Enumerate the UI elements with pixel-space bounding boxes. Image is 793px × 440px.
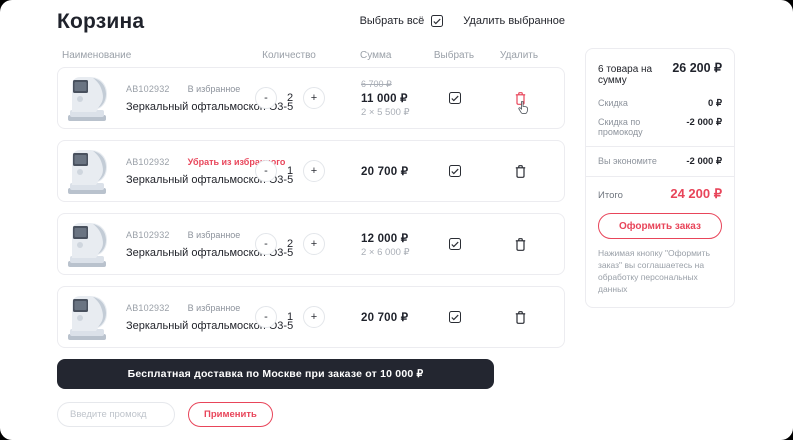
quantity-value: 1: [286, 165, 294, 177]
col-header-sum: Сумма: [336, 50, 432, 61]
cart-item-row: АВ102932 В избранное Зеркальный офтальмо…: [57, 67, 565, 129]
product-article: АВ102932: [126, 157, 170, 167]
price-breakdown: 2 × 5 500 ₽: [361, 107, 433, 118]
top-actions: Выбрать всё Удалить выбранное: [360, 15, 565, 27]
row-checkbox[interactable]: [449, 92, 461, 104]
cart-item-row: АВ102932 Убрать из избранного Зеркальный…: [57, 140, 565, 202]
product-name[interactable]: Зеркальный офтальмоскоп О3-5: [126, 320, 243, 332]
discount-label: Скидка: [598, 98, 628, 108]
checkbox-checked-icon: [451, 314, 459, 321]
order-summary-card: 6 товара на сумму 26 200 ₽ Скидка 0 ₽ Ск…: [585, 48, 735, 308]
product-name[interactable]: Зеркальный офтальмоскоп О3-5: [126, 247, 243, 259]
quantity-value: 2: [286, 92, 294, 104]
trash-icon[interactable]: [515, 311, 526, 324]
product-image: [63, 291, 115, 343]
checkbox-checked-icon: [451, 95, 459, 102]
increase-button[interactable]: +: [303, 160, 325, 182]
cart-item-row: АВ102932 В избранное Зеркальный офтальмо…: [57, 286, 565, 348]
price: 11 000 ₽: [361, 91, 433, 105]
items-total-value: 26 200 ₽: [672, 60, 722, 75]
table-header: Наименование Количество Сумма Выбрать Уд…: [57, 48, 565, 62]
increase-button[interactable]: +: [303, 233, 325, 255]
product-name[interactable]: Зеркальный офтальмоскоп О3-5: [126, 101, 243, 113]
items-count-label: 6 товара на сумму: [598, 64, 672, 86]
col-header-delete: Удалить: [476, 50, 562, 61]
favorite-link[interactable]: В избранное: [188, 303, 241, 313]
savings-value: -2 000 ₽: [686, 156, 722, 167]
trash-icon[interactable]: [515, 165, 526, 178]
total-value: 24 200 ₽: [670, 186, 722, 202]
product-article: АВ102932: [126, 303, 170, 313]
product-image: [63, 72, 115, 124]
free-delivery-banner: Бесплатная доставка по Москве при заказе…: [57, 359, 494, 389]
total-label: Итого: [598, 190, 623, 201]
price: 20 700 ₽: [361, 164, 433, 178]
decrease-button[interactable]: -: [255, 87, 277, 109]
product-image: [63, 145, 115, 197]
old-price: 6 700 ₽: [361, 79, 433, 90]
trash-icon[interactable]: [515, 92, 526, 105]
quantity-value: 2: [286, 238, 294, 250]
product-image: [63, 218, 115, 270]
trash-icon[interactable]: [515, 238, 526, 251]
quantity-stepper: - 2 +: [243, 87, 337, 109]
select-all-control[interactable]: Выбрать всё: [360, 15, 444, 27]
quantity-stepper: - 2 +: [243, 233, 337, 255]
checkbox-checked-icon: [433, 18, 441, 25]
promo-code-input[interactable]: [57, 402, 175, 427]
col-header-quantity: Количество: [242, 50, 336, 61]
cart-items-column: Наименование Количество Сумма Выбрать Уд…: [57, 48, 565, 427]
cart-page: Корзина Выбрать всё Удалить выбранное На…: [0, 0, 793, 440]
increase-button[interactable]: +: [303, 87, 325, 109]
checkout-disclaimer: Нажимая кнопку "Оформить заказ" вы согла…: [598, 248, 722, 296]
decrease-button[interactable]: -: [255, 160, 277, 182]
price: 12 000 ₽: [361, 231, 433, 245]
summary-divider: [586, 176, 734, 177]
banner-text: Бесплатная доставка по Москве при заказе…: [128, 368, 424, 380]
promo-discount-label: Скидка по промокоду: [598, 117, 686, 137]
favorite-link[interactable]: В избранное: [188, 230, 241, 240]
apply-promo-button[interactable]: Применить: [188, 402, 273, 427]
row-checkbox[interactable]: [449, 238, 461, 250]
decrease-button[interactable]: -: [255, 233, 277, 255]
page-title: Корзина: [57, 10, 144, 34]
quantity-stepper: - 1 +: [243, 160, 337, 182]
row-checkbox[interactable]: [449, 311, 461, 323]
discount-value: 0 ₽: [708, 98, 722, 109]
cart-item-row: АВ102932 В избранное Зеркальный офтальмо…: [57, 213, 565, 275]
row-checkbox[interactable]: [449, 165, 461, 177]
checkout-button[interactable]: Оформить заказ: [598, 213, 722, 239]
col-header-name: Наименование: [62, 50, 242, 61]
select-all-label: Выбрать всё: [360, 15, 425, 27]
summary-divider: [586, 146, 734, 147]
product-name[interactable]: Зеркальный офтальмоскоп О3-5: [126, 174, 243, 186]
col-header-select: Выбрать: [432, 50, 476, 61]
product-article: АВ102932: [126, 84, 170, 94]
product-article: АВ102932: [126, 230, 170, 240]
checkbox-checked-icon: [451, 241, 459, 248]
quantity-value: 1: [286, 311, 294, 323]
favorite-link[interactable]: В избранное: [188, 84, 241, 94]
delete-selected-button[interactable]: Удалить выбранное: [463, 15, 565, 27]
quantity-stepper: - 1 +: [243, 306, 337, 328]
price-breakdown: 2 × 6 000 ₽: [361, 247, 433, 258]
price: 20 700 ₽: [361, 310, 433, 324]
delete-selected-label: Удалить выбранное: [463, 15, 565, 27]
promo-discount-value: -2 000 ₽: [686, 117, 722, 128]
decrease-button[interactable]: -: [255, 306, 277, 328]
checkbox-checked-icon: [451, 168, 459, 175]
promo-row: Применить: [57, 402, 565, 427]
savings-label: Вы экономите: [598, 156, 657, 166]
select-all-checkbox[interactable]: [431, 15, 443, 27]
increase-button[interactable]: +: [303, 306, 325, 328]
